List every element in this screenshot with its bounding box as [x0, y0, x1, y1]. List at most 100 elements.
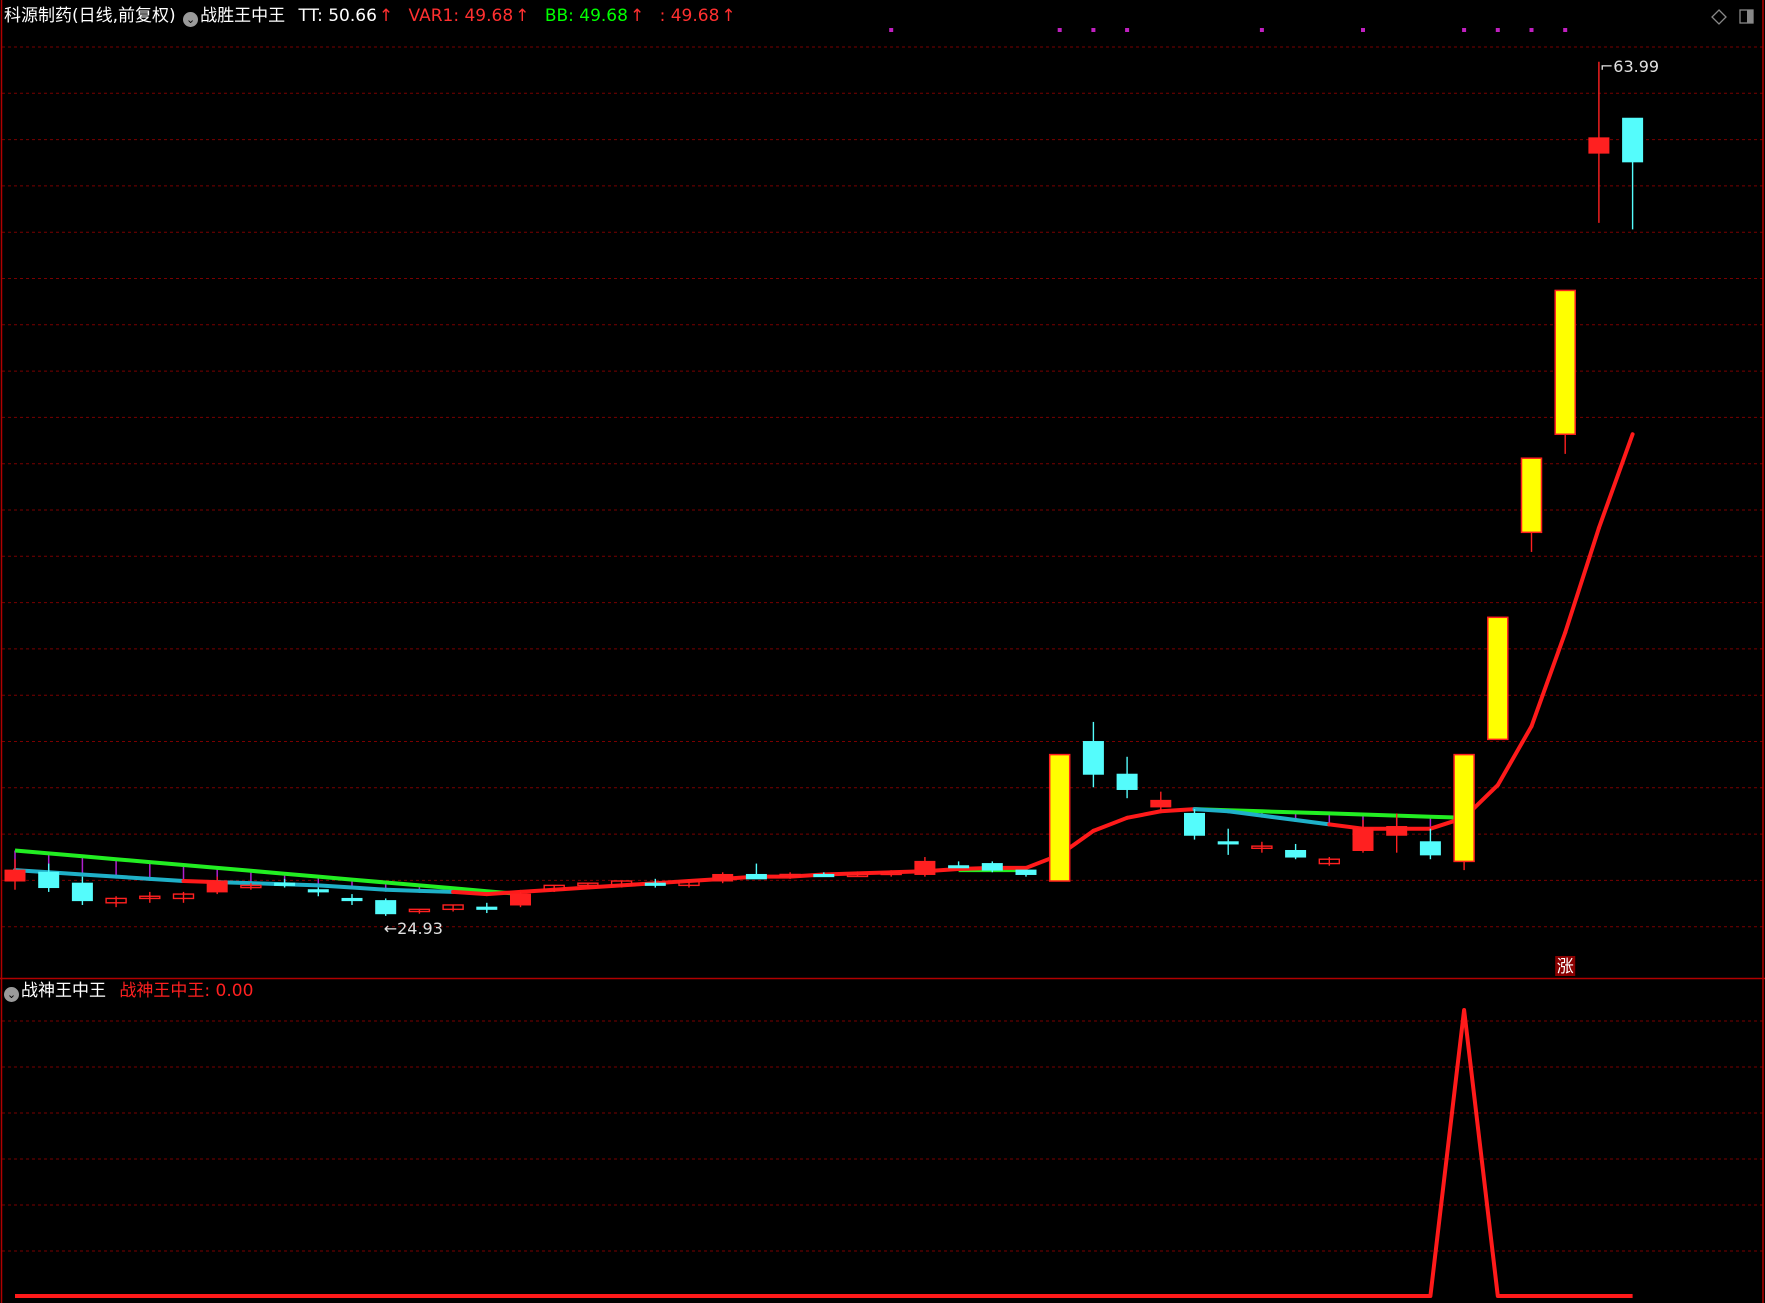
ma-segment: [114, 874, 152, 881]
ma-segment: [316, 883, 354, 890]
sub-grid: [2, 1020, 1763, 1252]
candle: [1217, 828, 1239, 855]
candle: [1150, 791, 1172, 812]
signal-dot: [1091, 28, 1096, 32]
sub-indicator-value: 战神王中王: 0.00: [119, 981, 254, 1001]
candle: [442, 904, 464, 912]
candle-body: [1554, 289, 1576, 435]
candle-body: [1622, 117, 1644, 163]
candle: [375, 898, 397, 916]
signal-dot: [1361, 28, 1365, 32]
signal-dots: [889, 28, 1568, 32]
candle: [1251, 841, 1273, 853]
signal-dot: [1563, 28, 1568, 32]
candle-body: [274, 882, 296, 886]
candle: [1419, 828, 1441, 860]
candle-body: [4, 869, 26, 882]
candle-body: [341, 897, 363, 902]
candle: [1386, 813, 1408, 853]
ma-segment: [1091, 815, 1130, 833]
signal-dot: [1529, 28, 1534, 32]
sub-indicator-name[interactable]: 战神王中王: [21, 981, 106, 1001]
signal-dot: [1259, 28, 1264, 32]
header-item-var1: VAR1: 49.68 ↑: [408, 6, 530, 26]
candle-body: [1285, 849, 1307, 858]
candle: [1520, 457, 1543, 552]
signal-dot: [1057, 28, 1062, 32]
candle-body: [375, 900, 397, 915]
candle-body: [1015, 869, 1037, 875]
candle: [1184, 809, 1205, 840]
candle-body: [948, 865, 970, 869]
candle: [1116, 756, 1138, 799]
candle: [341, 894, 363, 905]
header-item-tt: TT: 50.66 ↑: [298, 6, 394, 26]
candle: [206, 876, 228, 895]
signal-dot: [1125, 28, 1130, 32]
candle-body: [307, 889, 329, 893]
chart-canvas: ⌐63.99 ←24.93 涨: [0, 0, 1765, 1303]
candle: [408, 908, 431, 914]
stock-chart-window: { "header": { "stock_title": "科源制药(日线,前复…: [0, 0, 1765, 1303]
candle: [1015, 869, 1037, 877]
candle-body: [476, 906, 498, 910]
chevron-down-icon[interactable]: ⌄: [4, 987, 19, 1002]
candle-body: [914, 860, 936, 875]
ma-segment: [1293, 817, 1332, 827]
candle: [105, 896, 127, 908]
min-price-label: ←24.93: [384, 919, 443, 938]
ma-segment: [1596, 432, 1635, 530]
candle: [1622, 117, 1644, 230]
candle-body: [1487, 616, 1509, 741]
candle-body: [813, 873, 835, 878]
candle-body: [510, 893, 531, 906]
candle: [1487, 616, 1509, 741]
ma-segment: [1259, 813, 1298, 822]
candle-body: [1520, 457, 1543, 534]
candle-body: [1116, 773, 1138, 790]
ma-segment: [1563, 525, 1601, 635]
candle: [1554, 289, 1576, 454]
ma-segment: [1529, 630, 1568, 729]
moving-average: [13, 432, 1635, 897]
candle-body: [206, 880, 228, 893]
candle-body: [981, 863, 1003, 871]
signal-dot: [1495, 28, 1500, 32]
ma-segment: [417, 888, 456, 894]
candle-body: [1419, 841, 1441, 856]
ma-segment: [1125, 809, 1163, 820]
candle-body: [1588, 137, 1610, 154]
candle: [38, 863, 60, 892]
candle: [139, 891, 161, 903]
candle-body: [712, 873, 734, 882]
candle: [1318, 857, 1341, 866]
candle: [745, 863, 767, 880]
ma-segment: [147, 876, 186, 884]
candle-body: [644, 882, 666, 886]
indicator-name[interactable]: 战胜王中王: [200, 6, 285, 26]
chevron-down-icon[interactable]: ⌄: [183, 12, 199, 27]
candle: [476, 902, 498, 914]
candle-body: [38, 871, 60, 889]
candle-body: [745, 873, 767, 880]
ma-segment: [1192, 807, 1231, 814]
ma-segment: [350, 885, 388, 892]
candle: [172, 891, 195, 903]
main-header: 科源制药(日线,前复权) ⌄ 战胜王中王 TT: 50.66 ↑ VAR1: 49.…: [4, 6, 740, 27]
candle: [1453, 753, 1475, 871]
candle: [948, 861, 970, 869]
candle-body: [1048, 753, 1071, 882]
candle: [1588, 61, 1610, 223]
rise-signal-mark: 涨: [1555, 956, 1576, 977]
diamond-icon[interactable]: [1711, 9, 1727, 25]
corner-icons[interactable]: [1711, 9, 1754, 25]
ma-segment: [80, 872, 119, 879]
candle: [307, 887, 329, 897]
sub-indicator-line: [15, 1008, 1633, 1298]
candle: [1285, 843, 1307, 860]
max-price-label: ⌐63.99: [1600, 57, 1659, 76]
candle-body: [1150, 799, 1172, 808]
candle: [914, 857, 936, 877]
candle-body: [1082, 741, 1104, 775]
candle-body: [1352, 828, 1374, 851]
